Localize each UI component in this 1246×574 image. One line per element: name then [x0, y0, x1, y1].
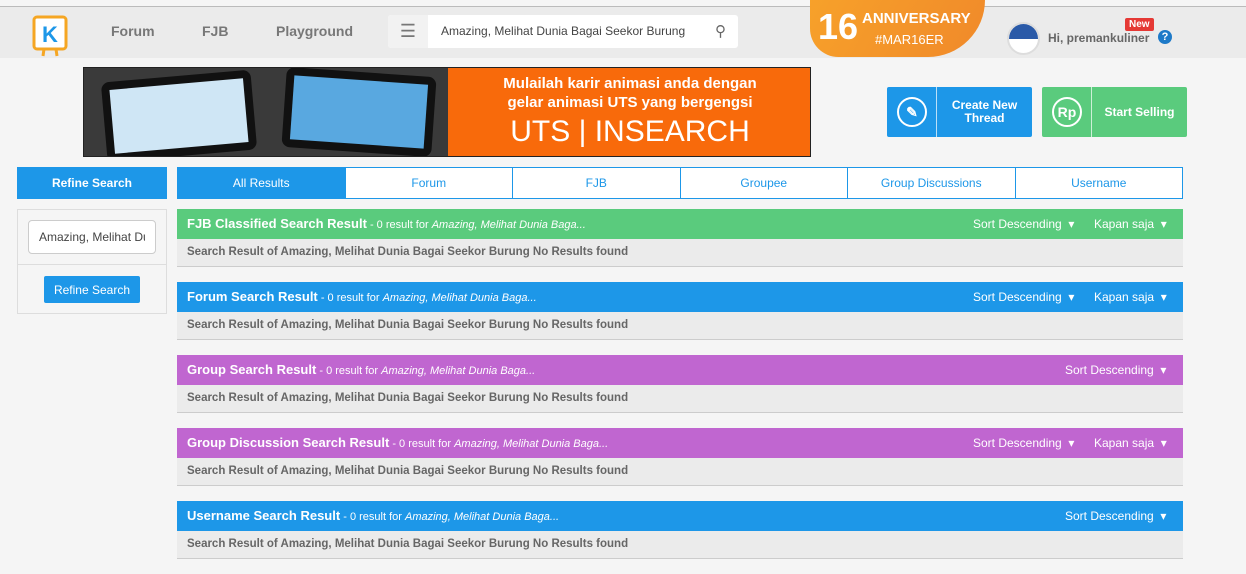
kaskus-logo[interactable]: K	[30, 13, 70, 57]
no-results-text: Search Result of Amazing, Melihat Dunia …	[177, 239, 1183, 267]
tab-all-results[interactable]: All Results	[178, 168, 345, 198]
create-thread-button[interactable]: ✎ Create New Thread	[887, 87, 1032, 137]
result-query: Amazing, Melihat Dunia Baga...	[454, 438, 609, 450]
section-header: Forum Search Result - 0 result for Amazi…	[177, 282, 1183, 312]
tab-forum[interactable]: Forum	[344, 168, 513, 198]
start-selling-button[interactable]: Rp Start Selling	[1042, 87, 1187, 137]
rupiah-icon: Rp	[1052, 97, 1082, 127]
search-bar: ☰ Amazing, Melihat Dunia Bagai Seekor Bu…	[388, 15, 738, 48]
result-section: Group Search Result - 0 result for Amazi…	[177, 355, 1183, 413]
result-query: Amazing, Melihat Dunia Baga...	[431, 219, 586, 231]
result-tabs: All Results Forum FJB Groupee Group Disc…	[177, 167, 1183, 199]
sort-dropdown[interactable]: Sort Descending ▾	[973, 209, 1074, 239]
result-query: Amazing, Melihat Dunia Baga...	[382, 292, 537, 304]
section-title: Forum Search Result	[187, 289, 318, 304]
refine-search-input[interactable]	[28, 220, 156, 254]
anniversary-tag: #MAR16ER	[875, 32, 944, 47]
section-header: Username Search Result - 0 result for Am…	[177, 501, 1183, 531]
tab-username[interactable]: Username	[1014, 168, 1183, 198]
browser-edge	[0, 0, 1246, 7]
no-results-text: Search Result of Amazing, Melihat Dunia …	[177, 312, 1183, 340]
refine-search-button[interactable]: Refine Search	[44, 276, 140, 303]
tab-groupee[interactable]: Groupee	[679, 168, 848, 198]
section-title: FJB Classified Search Result	[187, 216, 367, 231]
section-title: Group Search Result	[187, 362, 317, 377]
no-results-text: Search Result of Amazing, Melihat Dunia …	[177, 385, 1183, 413]
result-count: - 0 result for	[366, 219, 432, 231]
result-section: FJB Classified Search Result - 0 result …	[177, 209, 1183, 267]
banner-image	[84, 68, 448, 156]
anniversary-title: ANNIVERSARY	[862, 10, 971, 27]
no-results-text: Search Result of Amazing, Melihat Dunia …	[177, 531, 1183, 559]
result-count: - 0 result for	[316, 365, 382, 377]
banner-line2: gelar animasi UTS yang bergengsi	[507, 94, 753, 111]
sort-dropdown[interactable]: Sort Descending ▾	[1065, 355, 1166, 385]
banner-brand: UTS | INSEARCH	[510, 115, 750, 148]
result-count: - 0 result for	[389, 438, 455, 450]
time-dropdown[interactable]: Kapan saja ▾	[1094, 282, 1167, 312]
refine-panel: Refine Search	[17, 209, 167, 314]
time-dropdown[interactable]: Kapan saja ▾	[1094, 209, 1167, 239]
sort-dropdown[interactable]: Sort Descending ▾	[1065, 501, 1166, 531]
search-icon[interactable]: ⚲	[715, 22, 726, 40]
svg-text:K: K	[42, 22, 58, 47]
avatar[interactable]	[1007, 22, 1040, 55]
start-selling-label: Start Selling	[1104, 104, 1175, 119]
nav-playground[interactable]: Playground	[276, 23, 353, 39]
sort-dropdown[interactable]: Sort Descending ▾	[973, 428, 1074, 458]
tab-group-discussions[interactable]: Group Discussions	[847, 168, 1015, 198]
nav-forum[interactable]: Forum	[111, 23, 155, 39]
no-results-text: Search Result of Amazing, Melihat Dunia …	[177, 458, 1183, 486]
top-navbar: K Forum FJB Playground ☰ Amazing, Meliha…	[0, 7, 1246, 58]
result-section: Group Discussion Search Result - 0 resul…	[177, 428, 1183, 486]
help-icon[interactable]: ?	[1158, 30, 1172, 44]
result-count: - 0 result for	[340, 511, 405, 523]
new-badge: New	[1125, 18, 1154, 31]
banner-line1: Mulailah karir animasi anda dengan	[503, 75, 757, 92]
ad-banner[interactable]: Mulailah karir animasi anda dengan gelar …	[83, 67, 811, 157]
result-section: Forum Search Result - 0 result for Amazi…	[177, 282, 1183, 340]
section-title: Username Search Result	[187, 508, 341, 523]
search-input[interactable]: Amazing, Melihat Dunia Bagai Seekor Buru…	[441, 24, 685, 38]
tab-fjb[interactable]: FJB	[512, 168, 680, 198]
sort-dropdown[interactable]: Sort Descending ▾	[973, 282, 1074, 312]
divider	[18, 264, 166, 265]
anniversary-number: 16	[818, 6, 859, 47]
user-greeting[interactable]: Hi, premankuliner	[1048, 31, 1149, 45]
section-title: Group Discussion Search Result	[187, 435, 390, 450]
pencil-icon: ✎	[897, 97, 927, 127]
menu-icon[interactable]: ☰	[388, 15, 428, 48]
nav-fjb[interactable]: FJB	[202, 23, 228, 39]
section-header: FJB Classified Search Result - 0 result …	[177, 209, 1183, 239]
create-thread-label: Create New Thread	[951, 98, 1018, 125]
result-count: - 0 result for	[317, 292, 383, 304]
section-header: Group Search Result - 0 result for Amazi…	[177, 355, 1183, 385]
section-header: Group Discussion Search Result - 0 resul…	[177, 428, 1183, 458]
refine-search-title: Refine Search	[17, 167, 167, 199]
result-section: Username Search Result - 0 result for Am…	[177, 501, 1183, 559]
result-query: Amazing, Melihat Dunia Baga...	[404, 511, 560, 523]
result-query: Amazing, Melihat Dunia Baga...	[381, 365, 536, 377]
time-dropdown[interactable]: Kapan saja ▾	[1094, 428, 1167, 458]
